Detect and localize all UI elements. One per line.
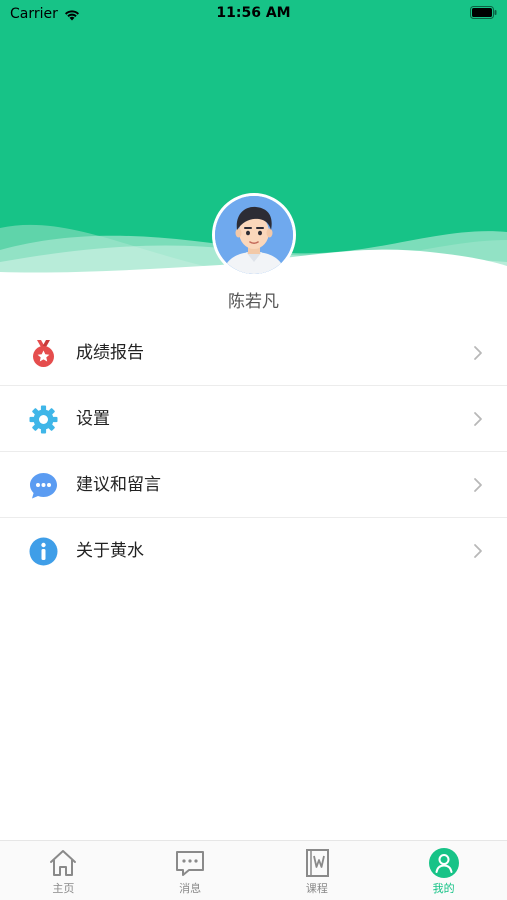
menu-item-label: 设置 — [76, 409, 110, 429]
tab-messages[interactable]: 消息 — [127, 841, 254, 900]
settings-menu: 成绩报告 设置 建议和留言 关于黄水 — [0, 320, 507, 584]
message-icon — [176, 851, 205, 876]
tab-label: 主页 — [52, 882, 75, 895]
chevron-right-icon — [474, 478, 482, 492]
tab-home[interactable]: 主页 — [0, 841, 127, 900]
info-icon — [29, 537, 58, 566]
menu-item-feedback[interactable]: 建议和留言 — [0, 452, 507, 518]
tab-label: 课程 — [305, 882, 328, 895]
user-name: 陈若凡 — [228, 292, 279, 312]
chevron-right-icon — [474, 544, 482, 558]
chat-bubble-icon — [30, 473, 57, 499]
menu-item-about[interactable]: 关于黄水 — [0, 518, 507, 584]
menu-item-label: 建议和留言 — [76, 475, 161, 495]
avatar[interactable] — [212, 193, 296, 277]
status-bar: Carrier 11:56 AM — [0, 0, 507, 28]
chevron-right-icon — [474, 412, 482, 426]
bottom-tab-bar: 主页 消息 课程 我的 — [0, 840, 507, 900]
menu-item-settings[interactable]: 设置 — [0, 386, 507, 452]
chevron-right-icon — [474, 346, 482, 360]
medal-icon — [33, 340, 54, 367]
menu-item-label: 关于黄水 — [76, 541, 144, 561]
menu-item-score-report[interactable]: 成绩报告 — [0, 320, 507, 386]
clock: 11:56 AM — [216, 5, 291, 21]
tab-label: 消息 — [179, 882, 202, 895]
tab-mine[interactable]: 我的 — [380, 841, 507, 900]
gear-icon — [29, 405, 58, 434]
user-portrait-icon — [215, 196, 293, 274]
book-icon — [305, 849, 329, 877]
home-icon — [50, 850, 77, 876]
tab-label: 我的 — [432, 882, 455, 895]
menu-item-label: 成绩报告 — [76, 343, 144, 363]
battery-icon — [470, 6, 497, 23]
tab-courses[interactable]: 课程 — [254, 841, 381, 900]
profile-icon — [428, 848, 459, 878]
